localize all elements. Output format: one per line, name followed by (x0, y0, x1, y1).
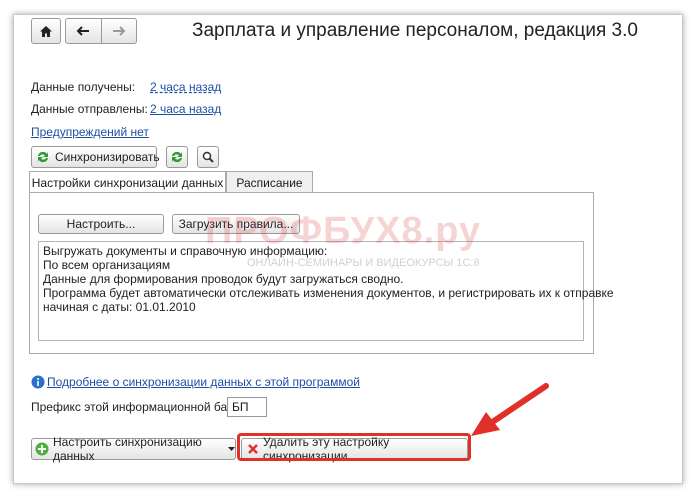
chevron-down-icon (228, 446, 235, 452)
configure-sync-button[interactable]: Настроить синхронизацию данных (31, 435, 236, 463)
warnings-link[interactable]: Предупреждений нет (31, 125, 149, 139)
tab-schedule[interactable]: Расписание (226, 171, 313, 193)
prefix-value: БП (232, 400, 249, 414)
configure-button[interactable]: Настроить... (38, 214, 164, 234)
description-line: Программа будет автоматически отслеживат… (43, 286, 614, 300)
received-value-link[interactable]: 2 часа назад (150, 80, 221, 94)
sync-description: Выгружать документы и справочную информа… (38, 241, 614, 341)
sync-icon (36, 150, 50, 164)
forward-button[interactable] (101, 18, 137, 44)
search-icon (202, 151, 214, 163)
arrow-left-icon (76, 26, 90, 36)
home-icon (39, 25, 53, 38)
sync-settings-panel: Настроить... Загрузить правила... Выгруж… (29, 192, 614, 354)
back-button[interactable] (65, 18, 102, 44)
tab-sync-settings[interactable]: Настройки синхронизации данных (29, 171, 226, 194)
description-line: начиная с даты: 01.01.2010 (43, 300, 196, 314)
synchronize-button-label: Синхронизировать (55, 150, 160, 164)
add-circle-icon (35, 442, 49, 456)
sync-info-link[interactable]: Подробнее о синхронизации данных с этой … (47, 375, 360, 389)
home-button[interactable] (31, 18, 61, 44)
received-label: Данные получены: (31, 80, 136, 94)
info-icon (31, 375, 45, 389)
description-line: Выгружать документы и справочную информа… (43, 244, 328, 258)
prefix-label: Префикс этой информационной базы: (31, 400, 245, 414)
highlight-frame (237, 433, 471, 461)
load-rules-button[interactable]: Загрузить правила... (172, 214, 300, 234)
sent-value-link[interactable]: 2 часа назад (150, 102, 221, 116)
sync-settings-button[interactable] (166, 146, 188, 168)
arrow-annotation-icon (466, 380, 552, 440)
history-navigation (65, 18, 137, 44)
prefix-field[interactable]: БП (227, 397, 267, 417)
description-line: Данные для формирования проводок будут з… (43, 272, 404, 286)
search-button[interactable] (197, 146, 219, 168)
description-line: По всем организациям (43, 258, 171, 272)
sent-label: Данные отправлены: (31, 102, 148, 116)
page-title: Зарплата и управление персоналом, редакц… (192, 20, 638, 41)
sync-refresh-icon (170, 150, 184, 164)
arrow-right-icon (112, 26, 126, 36)
configure-sync-button-label: Настроить синхронизацию данных (53, 435, 202, 463)
synchronize-button[interactable]: Синхронизировать (31, 146, 160, 168)
